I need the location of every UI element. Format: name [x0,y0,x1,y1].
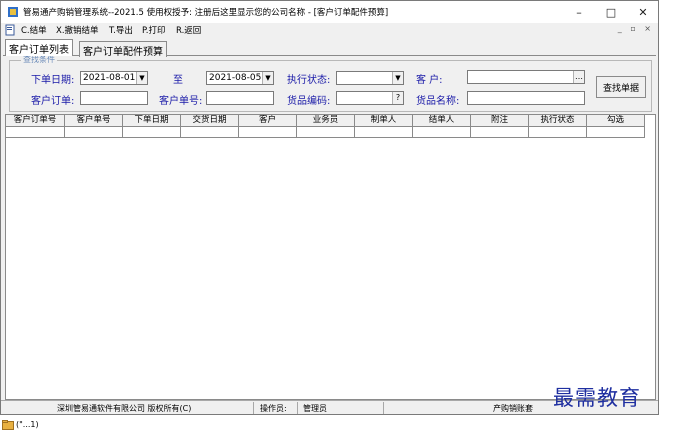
menu-print[interactable]: P.打印 [142,24,166,36]
lookup-icon[interactable]: ? [392,92,403,104]
customer-order-input[interactable] [80,91,148,105]
menu-export[interactable]: T.导出 [109,24,133,36]
ellipsis-icon[interactable]: … [573,71,584,83]
status-separator [253,402,254,414]
chevron-down-icon[interactable]: ▼ [136,72,147,84]
menu-undo-close-order[interactable]: X.撤销结单 [56,24,99,36]
column-header[interactable]: 下单日期 [123,115,181,127]
operator-label: 操作员: [260,404,287,413]
column-header[interactable]: 结单人 [413,115,471,127]
taskbar-label: ("...1) [16,420,39,429]
item-name-input[interactable] [467,91,585,105]
mdi-window-controls[interactable]: _ ▫ × [618,24,654,33]
date-to-value: 2021-08-05 [209,73,262,83]
table-cell[interactable] [587,127,645,138]
menu-bar: C.结单 X.撤销结单 T.导出 P.打印 R.返回 _ ▫ × [1,23,658,37]
table-cell[interactable] [123,127,181,138]
minimize-button[interactable]: – [563,1,595,23]
column-header[interactable]: 客户 [239,115,297,127]
table-cell[interactable] [239,127,297,138]
maximize-button[interactable]: □ [595,1,627,23]
account-suite: 产购销账套 [493,404,533,413]
item-code-label: 货品编码: [287,96,331,107]
date-from-picker[interactable]: 2021-08-01 ▼ [80,71,148,85]
status-select[interactable]: ▼ [336,71,404,85]
date-from-value: 2021-08-01 [83,73,136,83]
chevron-down-icon[interactable]: ▼ [392,72,403,84]
status-separator [383,402,384,414]
date-to-label: 至 [173,75,183,86]
menu-close-order[interactable]: C.结单 [21,24,47,36]
grid-header: 客户订单号 客户单号 下单日期 交货日期 客户 业务员 制单人 结单人 附注 执… [6,115,645,127]
title-bar: 管易通产购销管理系统--2021.5 使用权授予: 注册后这里显示您的公司名称 … [1,1,658,23]
taskbar-item[interactable]: ("...1) [2,419,39,430]
app-window: 管易通产购销管理系统--2021.5 使用权授予: 注册后这里显示您的公司名称 … [0,0,659,415]
close-button[interactable]: ✕ [627,1,658,23]
date-to-picker[interactable]: 2021-08-05 ▼ [206,71,274,85]
table-cell[interactable] [471,127,529,138]
column-header[interactable]: 制单人 [355,115,413,127]
document-icon [5,24,15,36]
table-cell[interactable] [413,127,471,138]
column-header[interactable]: 客户单号 [65,115,123,127]
chevron-down-icon[interactable]: ▼ [262,72,273,84]
item-name-label: 货品名称: [416,96,460,107]
customer-no-input[interactable] [206,91,274,105]
app-logo-icon [8,7,18,17]
tab-order-list[interactable]: 客户订单列表 [5,39,73,56]
watermark: 最需教育 [553,386,641,410]
customer-label: 客 户: [416,75,443,86]
column-header[interactable]: 执行状态 [529,115,587,127]
window-title: 管易通产购销管理系统--2021.5 使用权授予: 注册后这里显示您的公司名称 … [23,8,389,18]
menu-return[interactable]: R.返回 [176,24,201,36]
table-cell[interactable] [355,127,413,138]
customer-field[interactable]: … [467,70,585,84]
table-cell[interactable] [6,127,65,138]
status-separator [297,402,298,414]
order-grid[interactable]: 客户订单号 客户单号 下单日期 交货日期 客户 业务员 制单人 结单人 附注 执… [5,114,656,400]
operator-value: 管理员 [303,404,327,413]
table-row[interactable] [6,127,645,138]
order-date-label: 下单日期: [31,75,75,86]
column-header[interactable]: 业务员 [297,115,355,127]
column-header[interactable]: 交货日期 [181,115,239,127]
status-label: 执行状态: [287,75,331,86]
table-cell[interactable] [65,127,123,138]
customer-order-label: 客户订单: [31,96,75,107]
company-copyright: 深圳管易通软件有限公司 版权所有(C) [57,404,192,413]
column-header[interactable]: 客户订单号 [6,115,65,127]
search-documents-button[interactable]: 查找单据 [596,76,646,98]
table-cell[interactable] [529,127,587,138]
column-header[interactable]: 附注 [471,115,529,127]
column-header[interactable]: 勾选 [587,115,645,127]
folder-icon [2,419,14,430]
item-code-input[interactable]: ? [336,91,404,105]
customer-no-label: 客户单号: [159,96,203,107]
table-cell[interactable] [181,127,239,138]
table-cell[interactable] [297,127,355,138]
tab-parts-budget[interactable]: 客户订单配件预算 [79,41,167,58]
